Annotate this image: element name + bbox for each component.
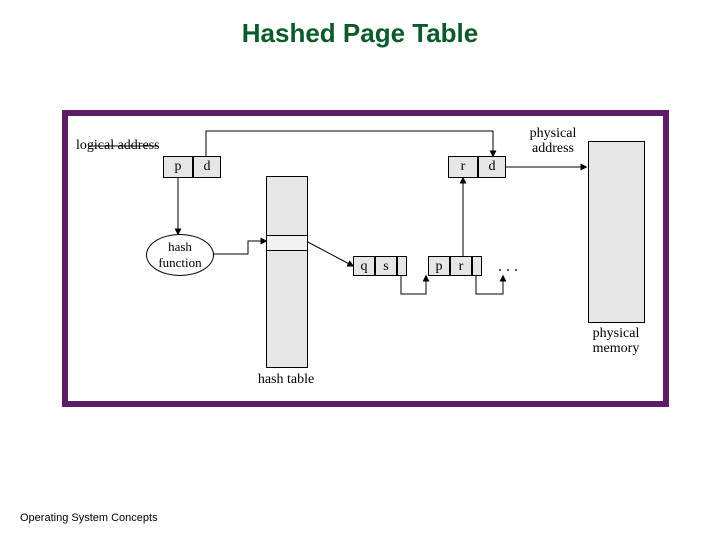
cell-physical-d: d xyxy=(478,156,506,178)
cell-physical-r: r xyxy=(448,156,478,178)
cell-node1-key: q xyxy=(353,256,375,276)
cell-node1-pointer xyxy=(397,256,407,276)
label-physical-memory: physical memory xyxy=(580,326,652,357)
hash-slot-selected xyxy=(267,235,307,251)
hash-function-node: hash function xyxy=(146,234,214,276)
hash-table xyxy=(266,176,308,368)
cell-logical-p: p xyxy=(163,156,193,178)
label-logical-address: logical address xyxy=(76,138,160,153)
diagram-frame: logical address p d hash function hash t… xyxy=(62,110,669,407)
cell-node1-value: s xyxy=(375,256,397,276)
physical-memory xyxy=(588,141,645,323)
cell-logical-d: d xyxy=(193,156,221,178)
slide-title: Hashed Page Table xyxy=(0,18,720,49)
ellipsis: . . . xyxy=(498,258,518,276)
label-hash-table: hash table xyxy=(246,372,326,387)
label-physical-address: physical address xyxy=(518,126,588,157)
cell-node2-pointer xyxy=(472,256,482,276)
label-hash-function: hash function xyxy=(158,239,201,271)
cell-node2-key: p xyxy=(428,256,450,276)
cell-node2-value: r xyxy=(450,256,472,276)
footer-text: Operating System Concepts xyxy=(20,512,158,524)
